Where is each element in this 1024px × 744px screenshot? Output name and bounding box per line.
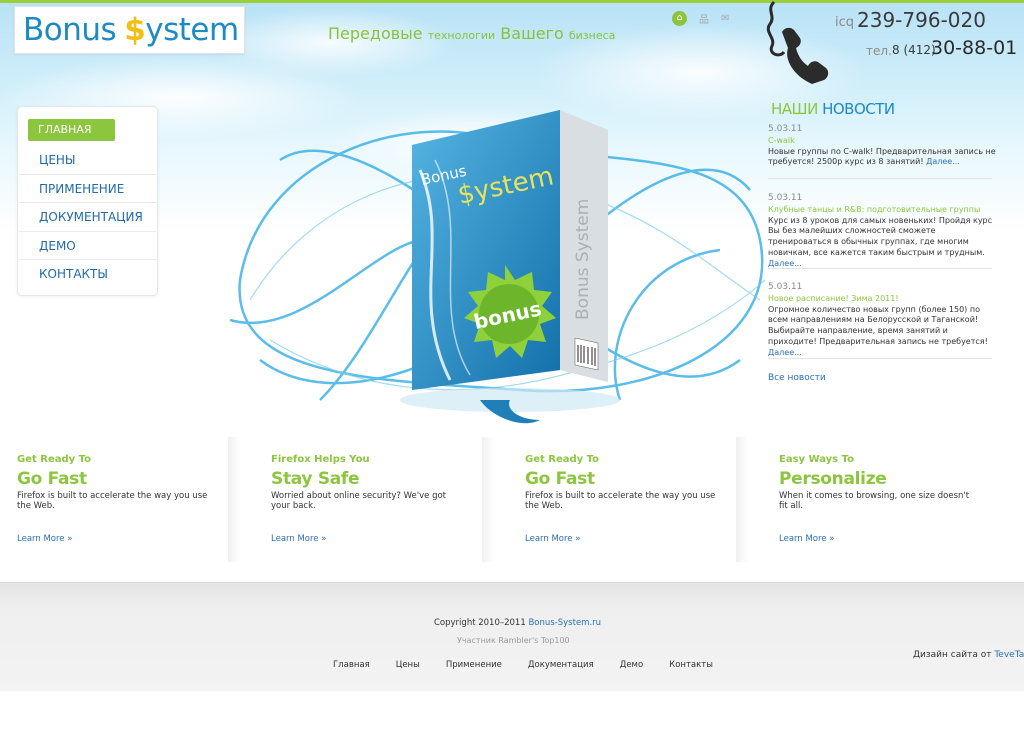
news-title-part: НОВОСТИ — [822, 100, 895, 118]
feature-subtitle: Get Ready To — [525, 454, 600, 465]
feature-title: Personalize — [779, 469, 887, 489]
news-item: 5.03.11 Клубные танцы и R&B: подготовите… — [768, 193, 996, 270]
news-section-title: НАШИ НОВОСТИ — [771, 100, 895, 118]
nav-item-demo[interactable]: ДЕМО — [19, 232, 156, 260]
feature-text: Firefox is built to accelerate the way y… — [525, 491, 716, 511]
feature-box: Easy Ways To Personalize When it comes t… — [779, 437, 999, 562]
feature-box: Get Ready To Go Fast Firefox is built to… — [525, 437, 745, 562]
side-navigation: ГЛАВНАЯ ЦЕНЫ ПРИМЕНЕНИЕ ДОКУМЕНТАЦИЯ ДЕМ… — [17, 106, 158, 296]
feature-title: Go Fast — [525, 469, 595, 489]
tagline-word: технологии — [427, 29, 496, 42]
nav-item-documentation[interactable]: ДОКУМЕНТАЦИЯ — [19, 203, 156, 232]
footer-nav-documentation[interactable]: Документация — [528, 660, 594, 670]
news-headline[interactable]: C-walk — [768, 136, 996, 147]
nav-item-prices[interactable]: ЦЕНЫ — [19, 146, 156, 175]
footer-nav-demo[interactable]: Демо — [620, 660, 643, 670]
feature-subtitle: Easy Ways To — [779, 454, 854, 465]
news-headline[interactable]: Новое расписание! Зима 2011! — [768, 294, 996, 305]
phone-area-code: 8 (412) — [892, 43, 936, 57]
footer-nav-home[interactable]: Главная — [333, 660, 370, 670]
news-date: 5.03.11 — [768, 193, 803, 203]
learn-more-link[interactable]: Learn More » — [779, 534, 834, 544]
news-item: 5.03.11 Новое расписание! Зима 2011! Огр… — [768, 282, 996, 359]
logo-text-bonus: Bonus — [23, 12, 117, 48]
news-text: Курс из 8 уроков для самых новеньких! Пр… — [768, 215, 993, 257]
tagline-word: бизнеса — [568, 29, 616, 42]
copyright-label: Copyright 2010–2011 — [434, 618, 526, 628]
news-more-link[interactable]: Далее... — [926, 157, 960, 166]
feature-box: Get Ready To Go Fast Firefox is built to… — [17, 437, 237, 562]
nav-item-usage[interactable]: ПРИМЕНЕНИЕ — [19, 175, 156, 203]
designer-link[interactable]: TeveTazar — [994, 650, 1024, 660]
rambler-counter-text[interactable]: Участник Rambler's Top100 — [457, 636, 570, 645]
news-more-link[interactable]: Далее... — [768, 348, 802, 357]
mail-icon[interactable]: ✉ — [721, 13, 729, 24]
news-divider — [768, 178, 992, 179]
news-item: 5.03.11 C-walk Новые группы по C-walk! П… — [768, 124, 996, 168]
header-tagline: Передовые технологии Вашего бизнеса — [328, 24, 615, 43]
footer-navigation: Главная Цены Применение Документация Дем… — [333, 660, 739, 670]
news-text: Огромное количество новых групп (более 1… — [768, 304, 988, 346]
box-side-text: Bonus System — [573, 199, 593, 320]
tagline-word: Передовые — [328, 24, 423, 43]
telephone-handset-icon — [766, 0, 829, 84]
learn-more-link[interactable]: Learn More » — [271, 534, 326, 544]
footer-nav-usage[interactable]: Применение — [446, 660, 502, 670]
news-date: 5.03.11 — [768, 124, 803, 134]
site-link[interactable]: Bonus-System.ru — [528, 618, 601, 628]
learn-more-link[interactable]: Learn More » — [17, 534, 72, 544]
phone-number: 30-88-01 — [931, 37, 1018, 59]
all-news-link[interactable]: Все новости — [768, 373, 826, 383]
nav-item-home[interactable]: ГЛАВНАЯ — [28, 119, 115, 141]
icq-label: icq — [835, 15, 855, 30]
feature-text: Worried about online security? We've got… — [271, 491, 447, 511]
feature-title: Go Fast — [17, 469, 87, 489]
design-credit: Дизайн сайта от TeveTazar — [913, 650, 1024, 660]
feature-box: Firefox Helps You Stay Safe Worried abou… — [271, 437, 491, 562]
feature-subtitle: Get Ready To — [17, 454, 92, 465]
news-date: 5.03.11 — [768, 282, 803, 292]
feature-subtitle: Firefox Helps You — [271, 454, 370, 465]
logo-text-system: ystem — [145, 12, 239, 48]
footer-nav-contacts[interactable]: Контакты — [669, 660, 713, 670]
icq-number: 239-796-020 — [857, 8, 986, 32]
feature-text: When it comes to browsing, one size does… — [779, 491, 970, 511]
news-text: Новые группы по C-walk! Предварительная … — [768, 146, 996, 167]
logo-text-dollar: $ — [124, 12, 146, 48]
header-icon-bar: ⌂ 品 ✉ — [672, 11, 729, 26]
home-icon[interactable]: ⌂ — [672, 11, 687, 26]
product-box-illustration: Bonus $ystem Bonus System bonus — [229, 110, 766, 424]
news-title-part: НАШИ — [771, 100, 818, 118]
design-label: Дизайн сайта от — [913, 650, 992, 660]
site-logo[interactable]: Bonus $ ystem — [14, 6, 245, 54]
news-divider — [768, 268, 992, 269]
tagline-word: Вашего — [500, 24, 564, 43]
news-divider — [768, 358, 992, 359]
feature-text: Firefox is built to accelerate the way y… — [17, 491, 208, 511]
copyright-text: Copyright 2010–2011 Bonus-System.ru — [434, 618, 601, 628]
news-more-link[interactable]: Далее... — [768, 259, 802, 268]
page-footer: Copyright 2010–2011 Bonus-System.ru Учас… — [0, 582, 1024, 691]
news-headline[interactable]: Клубные танцы и R&B: подготовительные гр… — [768, 205, 996, 216]
nav-item-contacts[interactable]: КОНТАКТЫ — [19, 260, 156, 289]
learn-more-link[interactable]: Learn More » — [525, 534, 580, 544]
feature-title: Stay Safe — [271, 469, 360, 489]
footer-nav-prices[interactable]: Цены — [396, 660, 420, 670]
phone-label: тел. — [866, 44, 892, 58]
sitemap-icon[interactable]: 品 — [699, 11, 709, 26]
